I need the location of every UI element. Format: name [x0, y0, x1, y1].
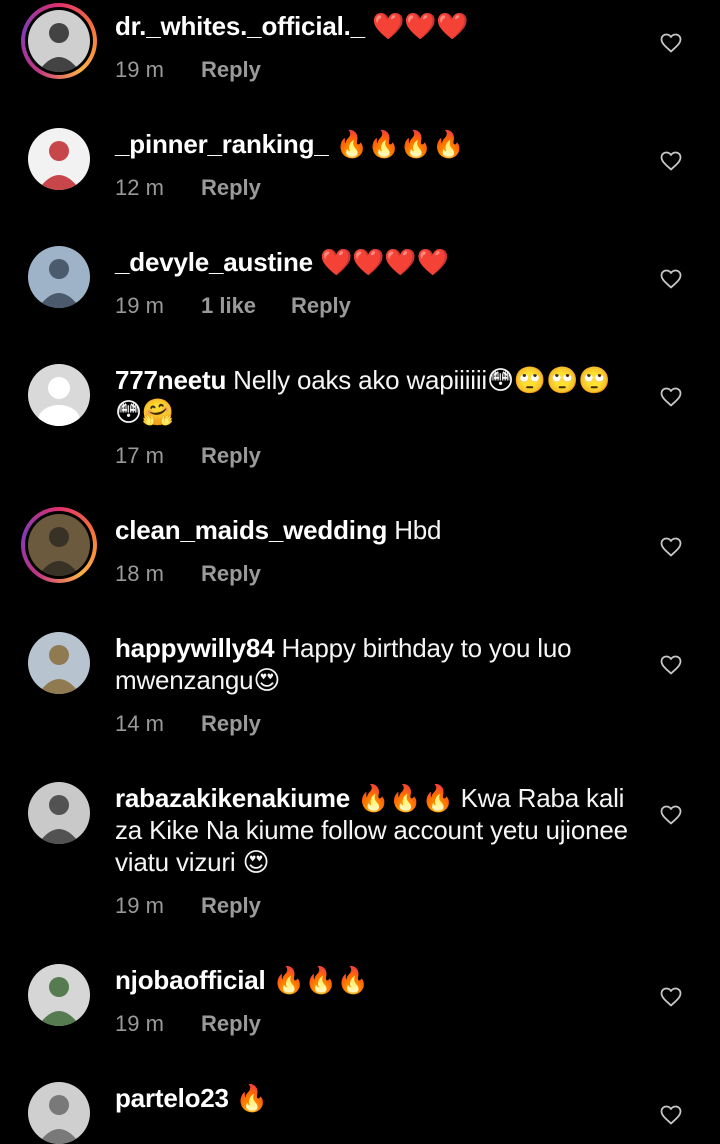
avatar-image	[28, 10, 90, 72]
like-heart-icon[interactable]	[659, 535, 683, 559]
like-heart-icon[interactable]	[659, 1103, 683, 1127]
comment-message: 🔥🔥🔥	[272, 965, 370, 995]
comment-meta: 17 m Reply	[115, 443, 261, 469]
comment-meta: 19 m Reply	[115, 1011, 261, 1037]
like-heart-icon[interactable]	[659, 803, 683, 827]
comment-timestamp: 19 m	[115, 57, 164, 82]
comment-meta: 19 m 1 like Reply	[115, 293, 351, 319]
avatar[interactable]	[28, 1082, 90, 1144]
comment-username[interactable]: njobaofficial	[115, 965, 266, 995]
comment-text: happywilly84 Happy birthday to you luo m…	[115, 632, 635, 696]
comment-message: ❤️❤️❤️	[371, 11, 469, 41]
comment-timestamp: 19 m	[115, 293, 164, 318]
comment-username[interactable]: dr._whites._official._	[115, 11, 365, 41]
comment-username[interactable]: happywilly84	[115, 633, 275, 663]
comment-timestamp: 19 m	[115, 893, 164, 918]
comment-username[interactable]: _devyle_austine	[115, 247, 313, 277]
comment-message: Hbd	[394, 515, 442, 545]
like-heart-icon[interactable]	[659, 149, 683, 173]
avatar[interactable]	[21, 507, 97, 583]
comment-username[interactable]: partelo23	[115, 1083, 229, 1113]
reply-button[interactable]: Reply	[291, 293, 351, 318]
avatar[interactable]	[28, 246, 90, 308]
comment-username[interactable]: clean_maids_wedding	[115, 515, 387, 545]
comment-message: 🔥🔥🔥🔥	[335, 129, 465, 159]
avatar[interactable]	[28, 964, 90, 1026]
comment-username[interactable]: rabazakikenakiume	[115, 783, 350, 813]
reply-button[interactable]: Reply	[201, 561, 261, 586]
comment-text: dr._whites._official._ ❤️❤️❤️	[115, 10, 635, 42]
comment-text: clean_maids_wedding Hbd	[115, 514, 635, 546]
like-heart-icon[interactable]	[659, 267, 683, 291]
comment-meta: 12 m Reply	[115, 175, 261, 201]
reply-button[interactable]: Reply	[201, 711, 261, 736]
comment-message: 🔥	[235, 1083, 269, 1113]
comment-text: 777neetu Nelly oaks ako wapiiiiii😳🙄🙄🙄😳🤗	[115, 364, 635, 428]
like-heart-icon[interactable]	[659, 653, 683, 677]
comment-message: ❤️❤️❤️❤️	[319, 247, 449, 277]
avatar[interactable]	[28, 128, 90, 190]
comment-timestamp: 18 m	[115, 561, 164, 586]
avatar[interactable]	[28, 632, 90, 694]
comment-text: _devyle_austine ❤️❤️❤️❤️	[115, 246, 635, 278]
avatar-image	[28, 782, 90, 844]
avatar[interactable]	[21, 3, 97, 79]
comment-meta: 19 m Reply	[115, 57, 261, 83]
avatar-image	[28, 964, 90, 1026]
comment-timestamp: 17 m	[115, 443, 164, 468]
comment-text: partelo23 🔥	[115, 1082, 635, 1114]
comment-meta: 14 m Reply	[115, 711, 261, 737]
like-heart-icon[interactable]	[659, 985, 683, 1009]
avatar-image	[28, 514, 90, 576]
comment-timestamp: 12 m	[115, 175, 164, 200]
comment-timestamp: 14 m	[115, 711, 164, 736]
comment-text: _pinner_ranking_ 🔥🔥🔥🔥	[115, 128, 635, 160]
comment-like-count[interactable]: 1 like	[201, 293, 291, 319]
comment-text: njobaofficial 🔥🔥🔥	[115, 964, 635, 996]
avatar-image	[28, 364, 90, 426]
avatar[interactable]	[28, 782, 90, 844]
comment-username[interactable]: 777neetu	[115, 365, 226, 395]
comment-text: rabazakikenakiume 🔥🔥🔥 Kwa Raba kali za K…	[115, 782, 635, 878]
reply-button[interactable]: Reply	[201, 57, 261, 82]
avatar[interactable]	[28, 364, 90, 426]
comment-timestamp: 19 m	[115, 1011, 164, 1036]
comment-username[interactable]: _pinner_ranking_	[115, 129, 329, 159]
reply-button[interactable]: Reply	[201, 1011, 261, 1036]
like-heart-icon[interactable]	[659, 31, 683, 55]
avatar-image	[28, 632, 90, 694]
like-heart-icon[interactable]	[659, 385, 683, 409]
avatar-image	[28, 246, 90, 308]
comment-meta: 19 m Reply	[115, 893, 261, 919]
comment-meta: 18 m Reply	[115, 561, 261, 587]
reply-button[interactable]: Reply	[201, 175, 261, 200]
avatar-image	[28, 128, 90, 190]
reply-button[interactable]: Reply	[201, 893, 261, 918]
reply-button[interactable]: Reply	[201, 443, 261, 468]
avatar-image	[28, 1082, 90, 1144]
